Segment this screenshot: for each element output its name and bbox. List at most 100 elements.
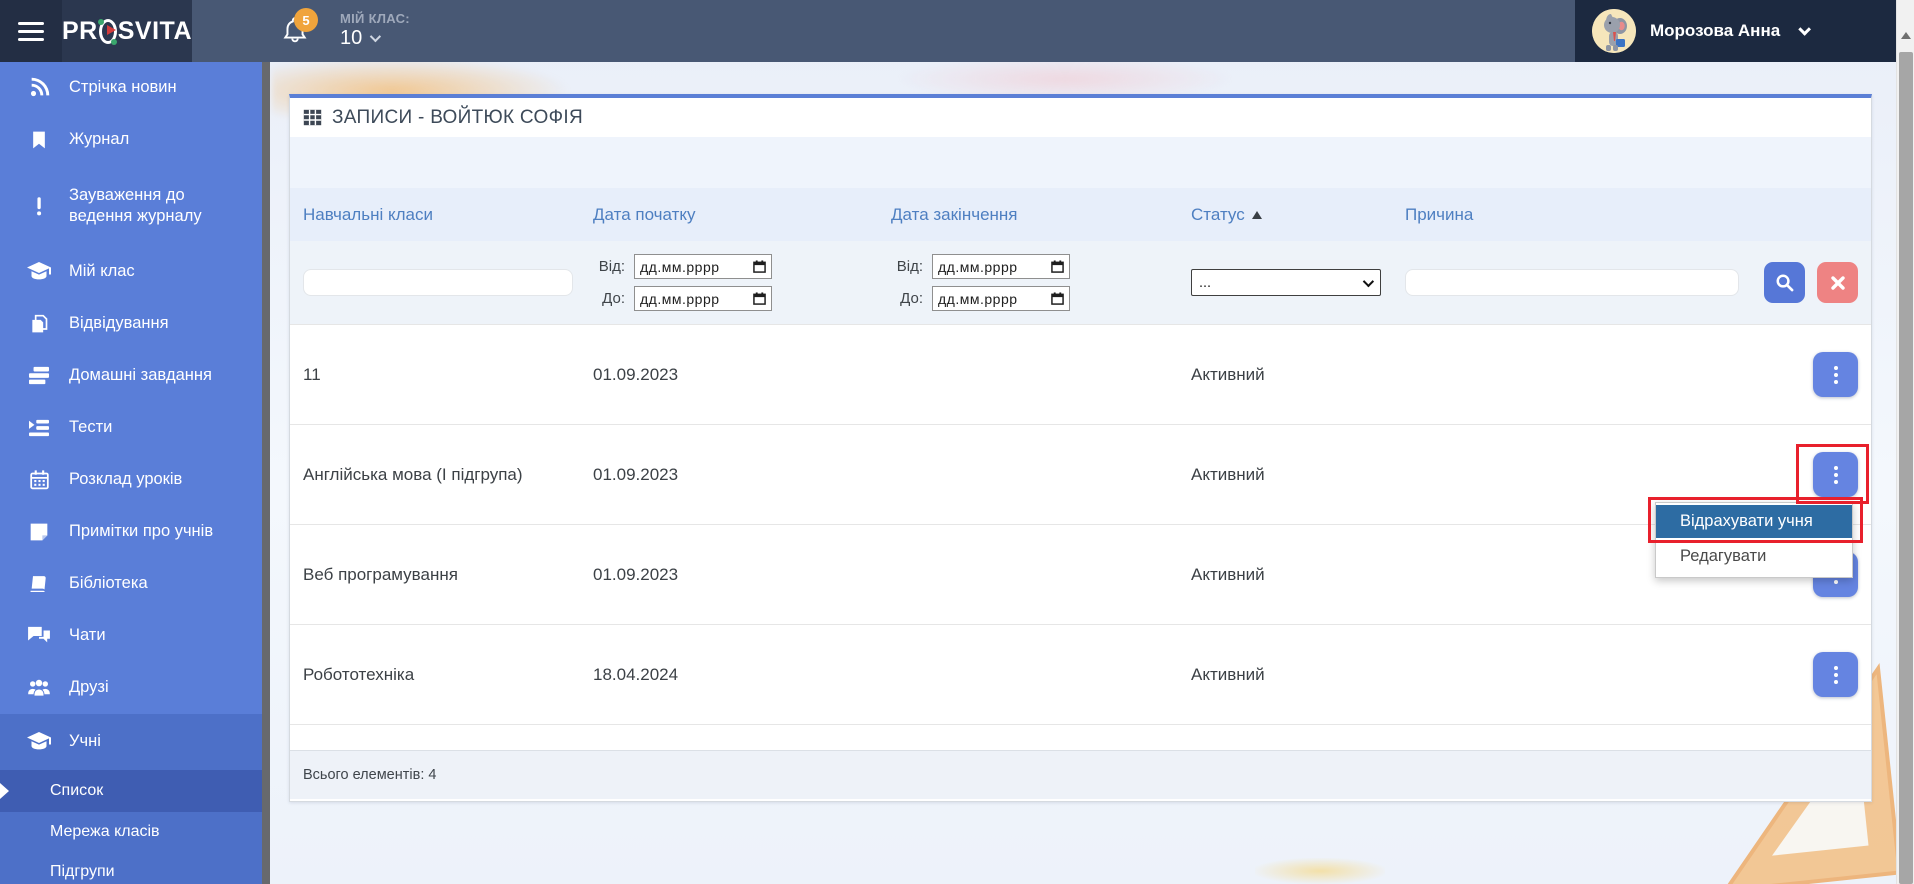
sidebar-subitem-subgroups[interactable]: Підгрупи: [0, 852, 262, 884]
status-select[interactable]: ...: [1191, 269, 1381, 296]
to-label: До:: [593, 290, 625, 307]
calendar-picker-icon[interactable]: [753, 292, 766, 305]
row-actions-kebab-button[interactable]: [1813, 352, 1858, 397]
my-class-label: МІЙ КЛАС:: [340, 12, 410, 27]
calendar-picker-icon[interactable]: [1051, 292, 1064, 305]
sidebar-item-attendance[interactable]: Відвідування: [0, 298, 262, 350]
sidebar-divider: [262, 62, 270, 884]
cell-status: Активний: [1191, 665, 1405, 685]
table-filter-row: Від: дд.мм.рррр До: дд.мм.рррр Від:: [290, 241, 1871, 324]
row-actions-kebab-button-highlighted[interactable]: [1813, 452, 1858, 497]
column-header-classes[interactable]: Навчальні класи: [303, 205, 593, 225]
sidebar-subitem-class-network[interactable]: Мережа класів: [0, 812, 262, 852]
column-header-status[interactable]: Статус: [1191, 205, 1405, 225]
active-item-arrow-icon: [0, 783, 9, 799]
sidebar-item-schedule[interactable]: Розклад уроків: [0, 454, 262, 506]
page-scrollbar[interactable]: [1896, 0, 1914, 884]
records-panel: ЗАПИСИ - ВОЙТЮК СОФІЯ Навчальні класи Да…: [289, 94, 1872, 802]
table-footer: Всього елементів: 4: [290, 750, 1871, 799]
panel-spacer: [290, 137, 1871, 188]
end-date-from-input[interactable]: дд.мм.рррр: [932, 254, 1070, 279]
cell-start-date: 18.04.2024: [593, 665, 891, 685]
select-chevron-icon: [1363, 275, 1374, 286]
column-header-start-date[interactable]: Дата початку: [593, 205, 891, 225]
list-bars-icon: [26, 366, 52, 386]
user-name: Морозова Анна: [1650, 21, 1780, 41]
sidebar-item-students[interactable]: Учні: [0, 714, 262, 770]
class-filter-input[interactable]: [303, 269, 573, 296]
exclamation-icon: [26, 195, 52, 217]
scrollbar-up-arrow-icon[interactable]: [1901, 32, 1911, 39]
sidebar-item-news-feed[interactable]: Стрічка новин: [0, 62, 262, 114]
brand-logo[interactable]: PR SVITA: [62, 0, 192, 62]
avatar: [1592, 9, 1636, 53]
clear-filters-button[interactable]: [1817, 262, 1858, 303]
page-title: ЗАПИСИ - ВОЙТЮК СОФІЯ: [332, 107, 583, 129]
start-date-from-input[interactable]: дд.мм.рррр: [634, 254, 772, 279]
sidebar-item-homework[interactable]: Домашні завдання: [0, 350, 262, 402]
end-date-to-input[interactable]: дд.мм.рррр: [932, 286, 1070, 311]
search-icon: [1775, 273, 1794, 292]
menu-item-expel-student[interactable]: Відрахувати учня: [1656, 505, 1852, 538]
cell-class: Веб програмування: [303, 565, 593, 585]
row-context-menu: Відрахувати учня Редагувати: [1655, 502, 1853, 578]
total-items-label: Всього елементів: 4: [303, 767, 436, 783]
start-date-to-input[interactable]: дд.мм.рррр: [634, 286, 772, 311]
my-class-selector[interactable]: МІЙ КЛАС: 10: [340, 12, 410, 50]
sidebar-item-student-notes[interactable]: Примітки про учнів: [0, 506, 262, 558]
notification-badge: 5: [294, 8, 318, 32]
rss-icon: [26, 77, 52, 99]
menu-item-edit[interactable]: Редагувати: [1656, 538, 1852, 575]
column-header-reason[interactable]: Причина: [1405, 205, 1745, 225]
search-button[interactable]: [1764, 262, 1805, 303]
graduation-cap-icon: [26, 262, 52, 282]
scrollbar-thumb[interactable]: [1899, 52, 1913, 884]
sidebar-item-library[interactable]: Бібліотека: [0, 558, 262, 610]
cell-class: Англійська мова (І підгрупа): [303, 465, 593, 485]
sidebar-item-journal[interactable]: Журнал: [0, 114, 262, 166]
sidebar-item-tests[interactable]: Тести: [0, 402, 262, 454]
brand-text-svita: SVITA: [118, 17, 192, 46]
table-empty-row: [290, 724, 1871, 750]
sidebar-subitem-list[interactable]: Список: [0, 770, 262, 812]
bookmark-icon: [26, 129, 52, 151]
table-row: Веб програмування 01.09.2023 Активний: [290, 524, 1871, 624]
hamburger-menu-button[interactable]: [0, 0, 62, 62]
from-label: Від:: [891, 258, 923, 275]
table-row: Робототехніка 18.04.2024 Активний: [290, 624, 1871, 724]
sidebar-nav: Стрічка новин Журнал Зауваження до веден…: [0, 62, 262, 884]
table-row: Англійська мова (І підгрупа) 01.09.2023 …: [290, 424, 1871, 524]
notifications-button[interactable]: 5: [282, 16, 310, 46]
user-menu[interactable]: Морозова Анна: [1575, 0, 1896, 62]
cell-class: Робототехніка: [303, 665, 593, 685]
sidebar-item-chats[interactable]: Чати: [0, 610, 262, 662]
cell-status: Активний: [1191, 465, 1405, 485]
pages-icon: [26, 313, 52, 335]
reason-filter-input[interactable]: [1405, 269, 1739, 296]
cell-status: Активний: [1191, 565, 1405, 585]
to-label: До:: [891, 290, 923, 307]
sidebar-item-friends[interactable]: Друзі: [0, 662, 262, 714]
decorative-blob-yellow: [1255, 858, 1385, 884]
task-list-icon: [26, 418, 52, 438]
calendar-picker-icon[interactable]: [1051, 260, 1064, 273]
brand-text-pr: PR: [62, 17, 98, 46]
note-icon: [26, 522, 52, 542]
top-navbar: PR SVITA 5 МІЙ КЛАС: 10: [0, 0, 1896, 62]
book-icon: [26, 574, 52, 595]
calendar-picker-icon[interactable]: [753, 260, 766, 273]
sidebar-item-journal-remarks[interactable]: Зауваження до ведення журналу: [0, 166, 262, 246]
table-icon: [303, 109, 322, 126]
from-label: Від:: [593, 258, 625, 275]
sidebar-item-my-class[interactable]: Мій клас: [0, 246, 262, 298]
app-window: PR SVITA 5 МІЙ КЛАС: 10: [0, 0, 1914, 884]
cell-start-date: 01.09.2023: [593, 465, 891, 485]
column-header-end-date[interactable]: Дата закінчення: [891, 205, 1191, 225]
cell-start-date: 01.09.2023: [593, 365, 891, 385]
row-actions-kebab-button[interactable]: [1813, 652, 1858, 697]
table-header-row: Навчальні класи Дата початку Дата закінч…: [290, 188, 1871, 241]
cell-start-date: 01.09.2023: [593, 565, 891, 585]
chat-icon: [26, 626, 52, 646]
logo-play-icon: [99, 19, 117, 44]
close-icon: [1831, 276, 1845, 290]
